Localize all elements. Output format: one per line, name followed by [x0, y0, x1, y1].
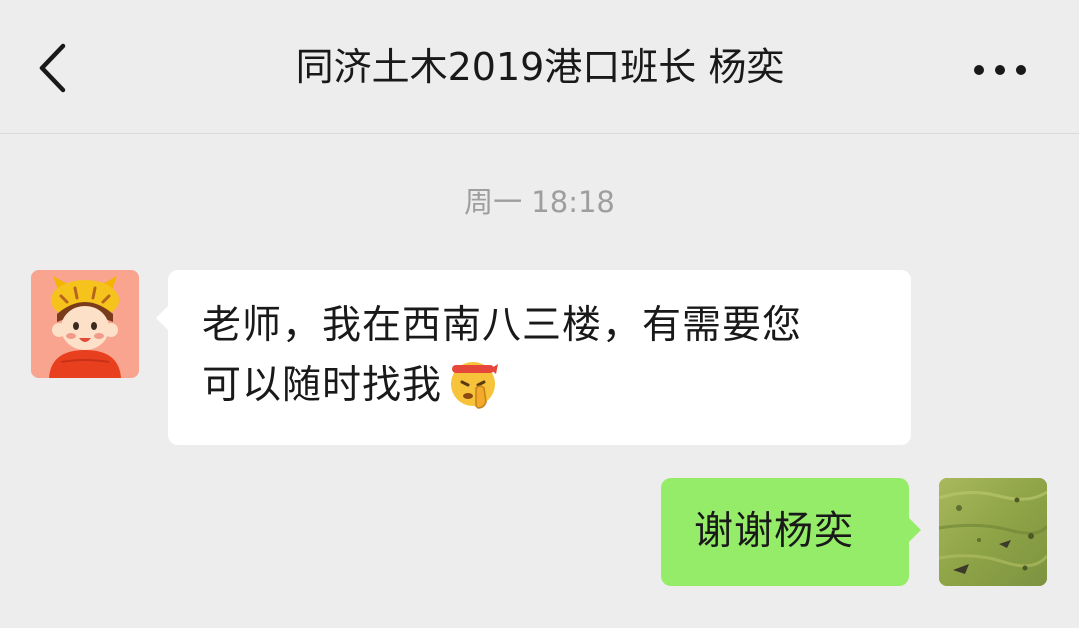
chat-header: 同济土木2019港口班长 杨奕 — [0, 0, 1079, 134]
outgoing-message-text: 谢谢杨奕 — [694, 509, 855, 554]
cartoon-tiger-hat-avatar — [31, 270, 139, 378]
grass-photo-avatar — [939, 478, 1047, 586]
incoming-message-line-2-text: 可以随时找我 — [202, 363, 443, 408]
incoming-message-line-2: 可以随时找我 — [202, 356, 881, 416]
contact-avatar[interactable] — [31, 270, 139, 378]
message-timestamp: 周一 18:18 — [464, 185, 615, 219]
more-dots-icon — [974, 65, 1026, 75]
my-avatar[interactable] — [939, 478, 1047, 586]
incoming-message-line-1: 老师，我在西南八三楼，有需要您 — [202, 303, 803, 348]
chat-title: 同济土木2019港口班长 杨奕 — [295, 45, 785, 89]
back-button[interactable] — [30, 38, 80, 98]
chevron-left-icon — [39, 43, 66, 93]
outgoing-message-bubble[interactable]: 谢谢杨奕 — [661, 478, 921, 586]
saluting-emoji-icon — [451, 362, 499, 409]
more-options-button[interactable] — [965, 50, 1035, 90]
incoming-message-bubble[interactable]: 老师，我在西南八三楼，有需要您 可以随时找我 — [156, 270, 911, 445]
